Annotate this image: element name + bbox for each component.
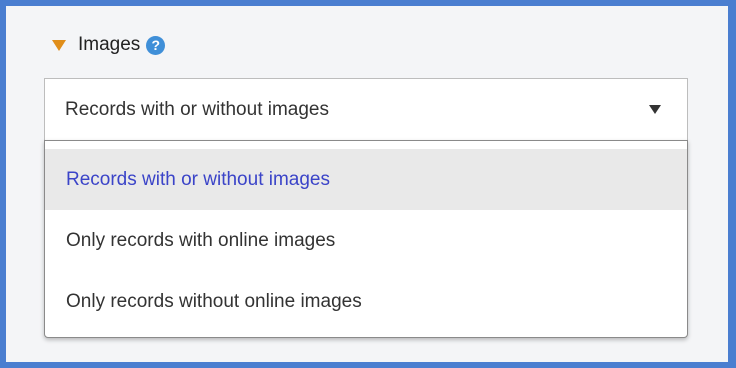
facet-header[interactable]: Images ? [52, 32, 166, 58]
question-circle-icon[interactable]: ? [146, 35, 166, 55]
dropdown-list: Records with or without images Only reco… [44, 140, 688, 338]
triangle-down-icon[interactable] [52, 40, 66, 51]
select-value: Records with or without images [65, 98, 329, 120]
option-only-records-with-online-images[interactable]: Only records with online images [45, 210, 687, 271]
images-select[interactable]: Records with or without images [44, 78, 688, 140]
option-only-records-without-online-images[interactable]: Only records without online images [45, 271, 687, 332]
facet-title: Images [78, 34, 141, 55]
option-records-with-or-without-images[interactable]: Records with or without images [45, 149, 687, 210]
images-facet-panel: Images ? Records with or without images … [6, 6, 728, 362]
caret-down-icon[interactable] [649, 105, 661, 114]
